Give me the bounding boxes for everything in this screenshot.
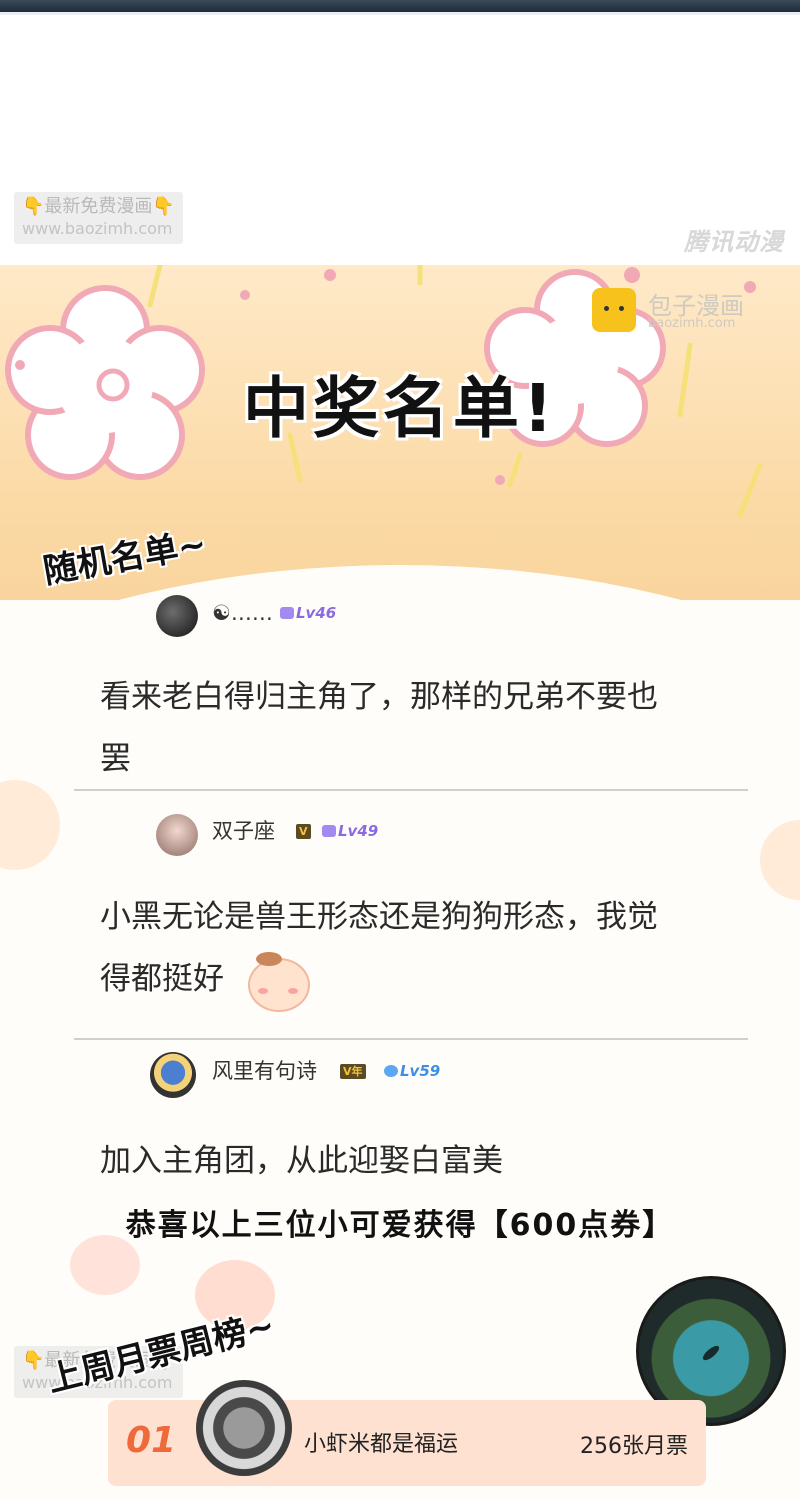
site-logo-icon: [592, 288, 636, 332]
rank-number: 01: [126, 1420, 177, 1461]
username[interactable]: ☯……: [212, 592, 273, 634]
avatar[interactable]: [156, 595, 198, 637]
emoji-sticker-icon: [248, 952, 310, 1012]
divider: [74, 789, 748, 791]
watermark-label: 最新免费漫画: [44, 196, 153, 217]
avatar[interactable]: [150, 1052, 196, 1098]
divider: [74, 1038, 748, 1040]
congrats-message: 恭喜以上三位小可爱获得【600点券】: [125, 1208, 675, 1243]
top-image-shadow: [0, 12, 800, 15]
username[interactable]: 风里有句诗: [212, 1050, 317, 1092]
rank-username[interactable]: 小虾米都是福运: [304, 1426, 458, 1458]
comment-item: ☯…… Lv46 看来老白得归主角了，那样的兄弟不要也 罢: [74, 592, 748, 791]
level-badge: Lv46: [280, 603, 336, 623]
decor-blob: [70, 1235, 140, 1295]
comment-text: 小黑无论是兽王形态还是狗狗形态，我觉 得都挺好: [100, 899, 658, 997]
comment-text: 加入主角团，从此迎娶白富美: [100, 1143, 503, 1179]
rank-row: 01 小虾米都是福运 256张月票: [108, 1380, 706, 1486]
username[interactable]: 双子座: [212, 810, 275, 852]
rank-votes: 256张月票: [580, 1434, 688, 1459]
level-badge: Lv49: [322, 821, 378, 841]
vip-badge: V: [296, 824, 311, 839]
vip-badge: V年: [340, 1064, 366, 1079]
level-icon: [384, 1065, 398, 1077]
rank-avatar[interactable]: [196, 1380, 292, 1476]
comment-item: 双子座 V Lv49 小黑无论是兽王形态还是狗狗形态，我觉 得都挺好: [74, 810, 748, 1040]
level-icon: [322, 825, 336, 837]
comment-item: 风里有句诗 V年 Lv59 加入主角团，从此迎娶白富美: [74, 1050, 748, 1179]
publisher-logo: 腾讯动漫: [684, 228, 784, 256]
avatar[interactable]: [156, 814, 198, 856]
top-image-edge: [0, 0, 800, 12]
page-title: 中奖名单!: [242, 370, 558, 447]
watermark-top: 👇最新免费漫画👇 www.baozimh.com: [14, 192, 183, 244]
level-icon: [280, 607, 294, 619]
level-badge: Lv59: [384, 1061, 440, 1081]
comment-text: 看来老白得归主角了，那样的兄弟不要也 罢: [100, 679, 658, 777]
hand-down-icon: 👇: [22, 196, 45, 217]
site-url: baozimh.com: [648, 316, 736, 331]
hand-down-icon: 👇: [152, 196, 175, 217]
watermark-url: www.baozimh.com: [22, 219, 173, 238]
